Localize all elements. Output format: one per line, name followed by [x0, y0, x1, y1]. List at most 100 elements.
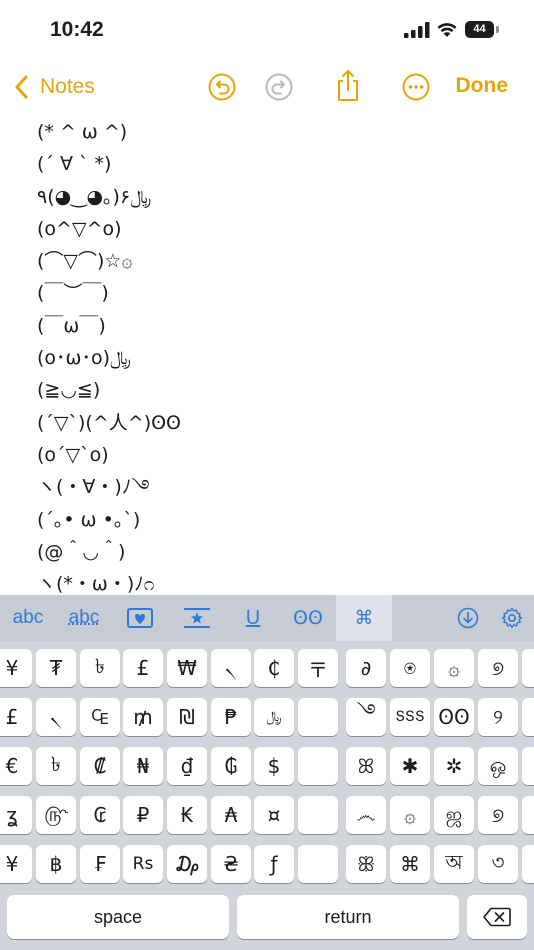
symbol-key[interactable]: ꕥ [346, 845, 386, 883]
share-icon[interactable] [333, 68, 363, 104]
return-key[interactable]: return [237, 895, 459, 939]
symbol-key[interactable]: ✲ [434, 747, 474, 785]
battery-icon: 44 [465, 21, 499, 38]
symbol-key[interactable]: ⌘ [390, 845, 430, 883]
tab-symbols[interactable]: ⌘ [336, 595, 392, 641]
symbol-key[interactable]: Rs [123, 845, 163, 883]
navigation-bar: Notes Done [0, 62, 534, 114]
delete-key[interactable] [467, 895, 527, 939]
symbol-key[interactable]: ₢ [80, 796, 120, 834]
symbol-key[interactable]: ۞ [390, 796, 430, 834]
symbol-key[interactable]: ₯ [167, 845, 207, 883]
tab-underline[interactable]: U [226, 595, 280, 641]
space-key[interactable]: space [7, 895, 229, 939]
note-line: (￣ω￣) [37, 314, 106, 337]
tab-abc-dotted[interactable]: abc [56, 595, 112, 641]
symbol-key[interactable]: ෴ [346, 796, 386, 834]
partial-key[interactable] [522, 698, 534, 736]
blank-key[interactable] [298, 747, 338, 785]
symbol-key[interactable]: ¥ [0, 649, 32, 687]
keyboard-category-bar: abc abc U ʘʘ ⌘ [0, 595, 534, 641]
symbol-key[interactable]: ՏՏՏ [390, 698, 430, 736]
note-text-area[interactable]: (* ^ ω ^) (´ ∀ ` *) ٩(◕‿◕｡)۶﷼ (o^▽^o) (⌒▽⌒)☆… [37, 116, 517, 594]
tab-heart[interactable] [112, 595, 168, 641]
tab-star[interactable] [168, 595, 226, 641]
note-line: (´▽`)(^人^)ʘʘ [37, 411, 182, 434]
partial-key[interactable] [522, 649, 534, 687]
symbol-key[interactable]: ✱ [390, 747, 430, 785]
download-circle-icon [457, 607, 479, 629]
symbol-key[interactable]: ஒ [478, 747, 518, 785]
symbol-key[interactable]: ʘʘ [434, 698, 474, 736]
note-line: (* ^ ω ^) [37, 121, 128, 143]
redo-icon[interactable] [264, 72, 294, 102]
back-label: Notes [40, 75, 95, 98]
symbol-key[interactable]: ₩ [167, 649, 207, 687]
symbol-key[interactable]: € [0, 747, 32, 785]
symbol-key[interactable]: ₭ [167, 796, 207, 834]
blank-key[interactable] [298, 796, 338, 834]
more-options-icon[interactable] [401, 72, 431, 102]
symbol-key[interactable]: ʓ [0, 796, 32, 834]
undo-icon[interactable] [207, 72, 237, 102]
status-bar: 10:42 44 [0, 0, 534, 62]
symbol-key[interactable]: ƒ [254, 845, 294, 883]
symbol-key[interactable]: ฿ [36, 845, 76, 883]
symbol-key[interactable]: ∂ [346, 649, 386, 687]
symbol-key[interactable]: $ [254, 747, 294, 785]
symbol-key[interactable]: অ [434, 845, 474, 883]
symbol-key[interactable]: ۞ [434, 649, 474, 687]
tab-settings[interactable] [494, 595, 530, 641]
symbol-key[interactable]: ৳ [80, 649, 120, 687]
blank-key[interactable] [298, 698, 338, 736]
symbol-key[interactable]: ⍟ [390, 649, 430, 687]
symbol-key[interactable]: ₮ [36, 649, 76, 687]
partial-key[interactable] [522, 747, 534, 785]
symbol-key[interactable]: £ [0, 698, 32, 736]
symbol-key[interactable]: ୭ [478, 649, 518, 687]
symbol-key[interactable]: ₡ [80, 747, 120, 785]
done-button[interactable]: Done [456, 74, 509, 98]
note-line: (￣︶￣) [37, 282, 109, 305]
symbol-key[interactable]: ₥ [123, 698, 163, 736]
note-line: ヽ(*・ω・)ﾉ೧ [37, 573, 155, 594]
symbol-key[interactable]: ௹ [36, 796, 76, 834]
symbol-key[interactable]: ₠ [80, 698, 120, 736]
symbol-key[interactable]: ₳ [211, 796, 251, 834]
symbol-key[interactable]: ₫ [167, 747, 207, 785]
tab-abc[interactable]: abc [0, 595, 56, 641]
symbol-key-grid: ¥ ₮ ৳ £ ₩ ৲ ₵ 〒 £ ৲ ₠ ₥ ₪ ₱ ﷼ € ৳ ₡ ₦ ₫ ₲ $ ʓ ௹ ₢ ₽ ₭ ₳ ¤ ¥ ฿ ₣ Rs ₯ ₴ ƒ ∂ ⍟ ۞… [0, 641, 534, 895]
symbol-key[interactable]: ₣ [80, 845, 120, 883]
symbol-key[interactable]: ৳ [36, 747, 76, 785]
symbol-key[interactable]: ৲ [211, 649, 251, 687]
symbol-key[interactable]: ₽ [123, 796, 163, 834]
symbol-key[interactable]: ৩ [478, 845, 518, 883]
heart-box-icon [127, 608, 153, 628]
symbol-key[interactable]: ꕤ [346, 747, 386, 785]
note-line: (´ ∀ ` *) [37, 153, 112, 176]
partial-key[interactable] [522, 845, 534, 883]
symbol-key[interactable]: ୨ [478, 698, 518, 736]
symbol-key[interactable]: ₱ [211, 698, 251, 736]
symbol-key[interactable]: ¥ [0, 845, 32, 883]
symbol-key[interactable]: ₪ [167, 698, 207, 736]
symbol-key[interactable]: ₦ [123, 747, 163, 785]
blank-key[interactable] [298, 845, 338, 883]
chevron-left-icon [15, 75, 28, 99]
symbol-key[interactable]: ₴ [211, 845, 251, 883]
partial-key[interactable] [522, 796, 534, 834]
symbol-key[interactable]: ₲ [211, 747, 251, 785]
symbol-key[interactable]: ﷼ [254, 698, 294, 736]
symbol-key[interactable]: 〒 [298, 649, 338, 687]
back-button[interactable]: Notes [14, 72, 95, 102]
symbol-key[interactable]: ₵ [254, 649, 294, 687]
symbol-key[interactable]: ৲ [36, 698, 76, 736]
note-line: (o･ω･o)﷼ [37, 347, 132, 370]
symbol-key[interactable]: £ [123, 649, 163, 687]
symbol-key[interactable]: ஜ [434, 796, 474, 834]
tab-download[interactable] [450, 595, 486, 641]
symbol-key[interactable]: ࿓ [346, 698, 386, 736]
symbol-key[interactable]: ୭ [478, 796, 518, 834]
symbol-key[interactable]: ¤ [254, 796, 294, 834]
tab-eyes[interactable]: ʘʘ [280, 595, 336, 641]
